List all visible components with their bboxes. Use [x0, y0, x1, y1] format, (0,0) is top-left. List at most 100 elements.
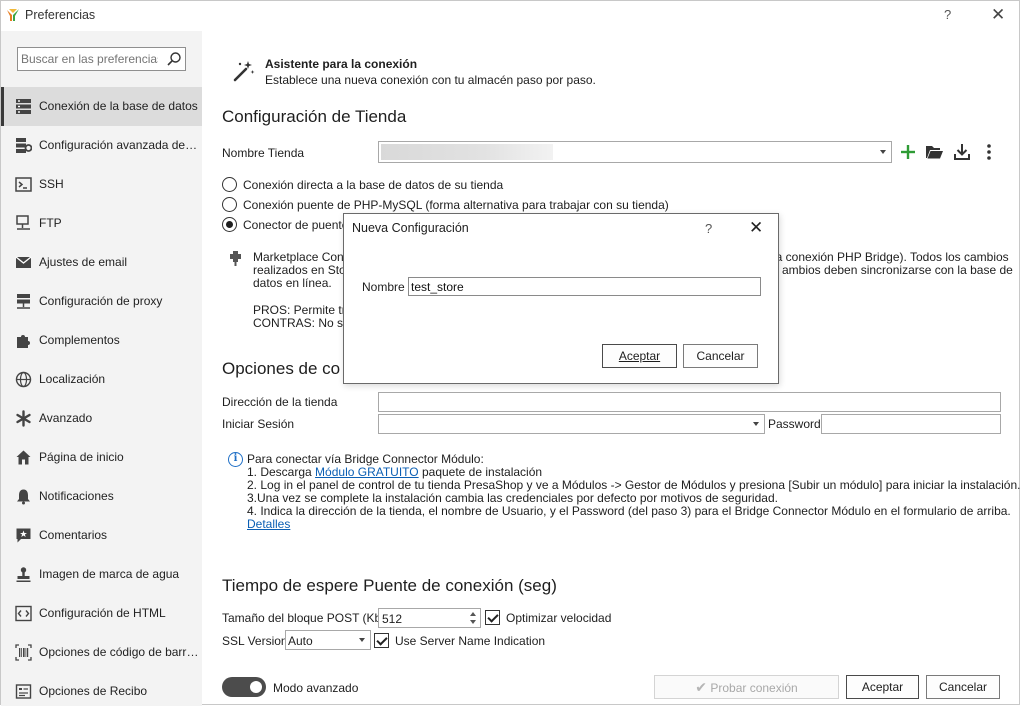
checkbox-box[interactable] [374, 633, 389, 648]
more-options-icon[interactable] [979, 142, 999, 162]
sidebar-nav: Conexión de la base de datos Configuraci… [1, 87, 202, 711]
sidebar-item-proxy[interactable]: Configuración de proxy [1, 282, 202, 321]
download-icon[interactable] [952, 142, 972, 162]
test-connection-button[interactable]: ✔ Probar conexión [654, 675, 839, 699]
email-icon [15, 256, 32, 268]
new-configuration-dialog: Nueva Configuración ? ✕ Nombre Aceptar C… [343, 213, 779, 384]
accept-button[interactable]: Aceptar [846, 675, 919, 699]
options-heading: Opciones de co [222, 359, 341, 378]
add-icon[interactable] [898, 142, 918, 162]
sidebar-item-label: Comentarios [39, 528, 108, 542]
app-logo-icon [7, 9, 19, 21]
radio-circle[interactable] [222, 197, 237, 212]
dialog-cancel-button[interactable]: Cancelar [683, 344, 758, 368]
sidebar-item-watermark[interactable]: Imagen de marca de agua [1, 555, 202, 594]
radio-label: Conexión puente de PHP-MySQL (forma alte… [243, 197, 669, 212]
test-connection-label: Probar conexión [710, 681, 798, 695]
store-address-input[interactable] [378, 392, 1001, 412]
help-button[interactable]: ? [944, 7, 951, 22]
database-icon [16, 99, 31, 114]
advanced-mode-toggle[interactable] [222, 677, 266, 697]
sidebar-item-advanced[interactable]: Avanzado [1, 399, 202, 438]
terminal-icon [15, 177, 32, 192]
ssl-version-dropdown[interactable]: Auto [285, 630, 371, 650]
sidebar-item-localization[interactable]: Localización [1, 360, 202, 399]
sidebar-item-label: Configuración de HTML [39, 606, 166, 620]
radio-direct-connection[interactable]: Conexión directa a la base de datos de s… [222, 177, 503, 192]
globe-icon [15, 371, 32, 388]
checkbox-box[interactable] [485, 610, 500, 625]
marketplace-info-line3: datos en línea. [253, 276, 332, 290]
dialog-accept-label: Aceptar [618, 349, 661, 363]
window-title: Preferencias [25, 8, 96, 22]
title-bar: Preferencias ? ✕ [1, 1, 1019, 31]
dialog-close-button[interactable]: ✕ [749, 218, 763, 238]
sidebar-item-notifications[interactable]: Notificaciones [1, 477, 202, 516]
dialog-title: Nueva Configuración [352, 221, 469, 235]
sidebar-item-comments[interactable]: Comentarios [1, 516, 202, 555]
magic-wand-icon[interactable] [232, 59, 256, 83]
search-input[interactable] [18, 48, 158, 70]
ssl-version-label: SSL Version [222, 634, 288, 648]
sidebar-item-barcode[interactable]: Opciones de código de barras [1, 633, 202, 672]
password-input[interactable] [821, 414, 1001, 434]
sidebar: Conexión de la base de datos Configuraci… [1, 31, 202, 706]
sidebar-item-label: Opciones de código de barras [39, 645, 199, 659]
receipt-icon [15, 684, 32, 699]
free-module-link[interactable]: Módulo GRATUITO [315, 465, 419, 479]
sidebar-item-home-page[interactable]: Página de inicio [1, 438, 202, 477]
database-settings-icon [16, 138, 32, 153]
bridge-step1-suffix: paquete de instalación [418, 465, 543, 479]
sidebar-item-label: Avanzado [39, 411, 93, 425]
radio-circle[interactable] [222, 177, 237, 192]
optimize-speed-checkbox[interactable]: Optimizar velocidad [485, 610, 611, 625]
dialog-name-input[interactable] [408, 277, 761, 296]
bridge-step4: 4. Indica la dirección de la tienda, el … [247, 504, 1011, 518]
search-box[interactable] [17, 47, 186, 71]
sidebar-item-database-connection[interactable]: Conexión de la base de datos [1, 87, 202, 126]
sidebar-item-label: Imagen de marca de agua [39, 567, 180, 581]
sidebar-item-ssh[interactable]: SSH [1, 165, 202, 204]
sidebar-item-label: FTP [39, 216, 62, 230]
radio-circle[interactable] [222, 217, 237, 232]
plugin-icon [230, 251, 241, 266]
store-name-dropdown[interactable] [378, 141, 892, 163]
barcode-icon [15, 644, 32, 661]
details-link[interactable]: Detalles [247, 517, 290, 531]
stepper-down-icon[interactable] [470, 620, 476, 624]
close-window-button[interactable]: ✕ [991, 5, 1005, 25]
sidebar-item-label: Página de inicio [39, 450, 124, 464]
sidebar-item-html-config[interactable]: Configuración de HTML [1, 594, 202, 633]
sidebar-item-label: SSH [39, 177, 64, 191]
search-icon[interactable] [166, 51, 182, 67]
cancel-button[interactable]: Cancelar [926, 675, 1000, 699]
stepper-up-icon[interactable] [470, 612, 476, 616]
wizard-title[interactable]: Asistente para la conexión [265, 57, 417, 71]
login-dropdown[interactable] [378, 414, 765, 434]
sidebar-item-advanced-db[interactable]: Configuración avanzada de la base [1, 126, 202, 165]
open-folder-icon[interactable] [924, 142, 944, 162]
puzzle-icon [17, 335, 30, 348]
sidebar-item-email[interactable]: Ajustes de email [1, 243, 202, 282]
login-label: Iniciar Sesión [222, 417, 295, 431]
store-name-label: Nombre Tienda [222, 146, 305, 160]
comment-icon [16, 528, 31, 543]
dialog-name-label: Nombre [362, 280, 405, 294]
sidebar-item-label: Configuración de proxy [39, 294, 163, 308]
code-icon [15, 605, 32, 622]
checkbox-label: Use Server Name Indication [395, 633, 546, 648]
sidebar-item-ftp[interactable]: FTP [1, 204, 202, 243]
dialog-help-button[interactable]: ? [705, 221, 712, 236]
asterisk-icon [16, 410, 31, 427]
radio-php-mysql-bridge[interactable]: Conexión puente de PHP-MySQL (forma alte… [222, 197, 669, 212]
timeout-heading: Tiempo de espere Puente de conexión (seg… [222, 576, 557, 595]
sni-checkbox[interactable]: Use Server Name Indication [374, 633, 545, 648]
sidebar-item-receipt[interactable]: Opciones de Recibo [1, 672, 202, 711]
sidebar-item-label: Notificaciones [39, 489, 114, 503]
post-block-stepper[interactable]: 512 [378, 608, 481, 628]
ssl-version-value: Auto [288, 634, 313, 648]
sidebar-item-addons[interactable]: Complementos [1, 321, 202, 360]
checkbox-label: Optimizar velocidad [506, 610, 612, 625]
sidebar-item-label: Complementos [39, 333, 120, 347]
dialog-accept-button[interactable]: Aceptar [602, 344, 677, 368]
